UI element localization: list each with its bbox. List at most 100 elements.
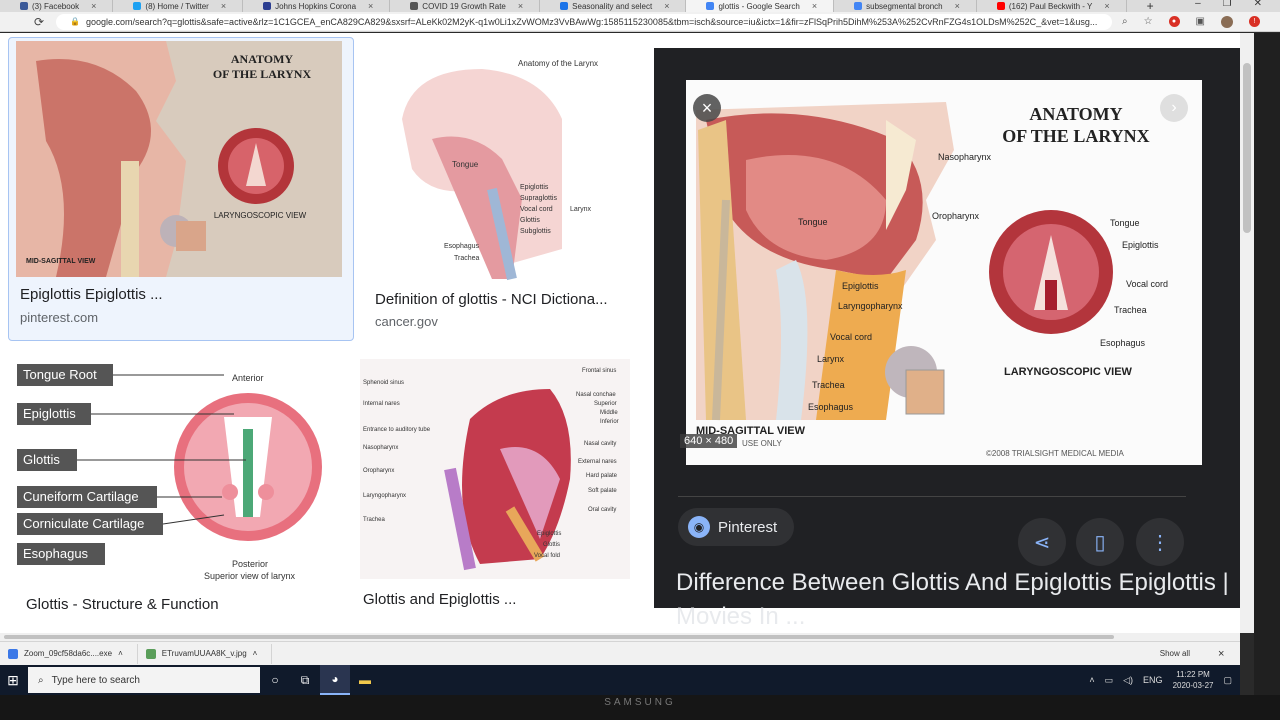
extension-icon[interactable]: ● (1168, 16, 1180, 27)
result-thumbnail[interactable]: Tongue Root Epiglottis Glottis Cuneiform… (14, 357, 334, 591)
youtube-icon (996, 2, 1005, 10)
chevron-up-icon[interactable]: ˄ (253, 649, 258, 658)
tab-subsegmental[interactable]: subsegmental bronch × (834, 0, 977, 12)
diagram-label: Supraglottis (520, 195, 557, 202)
zoom-icon[interactable]: ⌕ (1122, 16, 1128, 27)
diagram-label: Laryngopharynx (838, 301, 903, 311)
result-thumbnail[interactable]: Anatomy of the Larynx Tongue Epiglottis … (372, 49, 632, 283)
chrome-icon[interactable]: ◕ (320, 665, 350, 695)
chevron-up-icon[interactable]: ˄ (118, 649, 123, 658)
star-icon[interactable]: ☆ (1144, 16, 1153, 27)
diagram-label: Nasopharynx (363, 445, 398, 451)
source-chip[interactable]: ◉ Pinterest (678, 508, 794, 546)
clock[interactable]: 11:22 PM 2020-03-27 (1173, 669, 1214, 691)
diagram-label: Glottis (23, 452, 60, 467)
close-tab-icon[interactable]: × (1104, 1, 1109, 11)
close-tab-icon[interactable]: × (812, 1, 817, 11)
toolbar-icons: ⌕ ☆ ● ▣ ! (1122, 15, 1280, 28)
scroll-thumb[interactable] (1243, 63, 1251, 233)
preview-image[interactable]: ANATOMY OF THE LARYNX Nasopharynx Oropha… (686, 80, 1202, 465)
clock-time: 11:22 PM (1176, 670, 1210, 679)
result-thumbnail[interactable]: ANATOMY OF THE LARYNX LARYNGOSCOPIC VIEW… (16, 41, 342, 277)
tab-covid-growth[interactable]: COVID 19 Growth Rate × (390, 0, 541, 12)
task-view-icon[interactable]: ⧉ (290, 665, 320, 695)
horizontal-scrollbar[interactable] (0, 633, 1240, 641)
result-title[interactable]: Glottis - Structure & Function (26, 596, 219, 613)
tab-glottis-search[interactable]: glottis - Google Search × (686, 0, 835, 12)
google-icon (854, 2, 863, 10)
language-indicator[interactable]: ENG (1143, 675, 1163, 685)
thumb-heading-1: ANATOMY (231, 52, 294, 66)
vertical-scrollbar[interactable] (1240, 33, 1254, 633)
cortana-icon[interactable]: ○ (260, 665, 290, 695)
result-thumbnail[interactable]: Sphenoid sinus Internal nares Entrance t… (360, 359, 630, 579)
result-title[interactable]: Definition of glottis - NCI Dictiona... (375, 291, 608, 308)
update-icon[interactable]: ! (1249, 16, 1260, 27)
taskbar-search[interactable]: ⌕ Type here to search (28, 667, 260, 693)
chevron-up-icon[interactable]: ˄ (1089, 675, 1094, 685)
tab-label: glottis - Google Search (718, 1, 800, 11)
profile-avatar[interactable] (1221, 15, 1233, 28)
reload-icon[interactable]: ⟳ (34, 15, 56, 29)
tab-twitter[interactable]: (8) Home / Twitter × (113, 0, 244, 12)
tab-seasonality[interactable]: Seasonality and select × (540, 0, 687, 12)
address-bar-row: ⟳ 🔒 google.com/search?q=glottis&safe=act… (0, 12, 1280, 32)
image-file-icon (145, 648, 156, 659)
share-button[interactable]: ⋖ (1018, 518, 1066, 566)
tab-facebook[interactable]: (3) Facebook × (0, 0, 114, 12)
monitor-bezel-right (1254, 33, 1280, 720)
windows-start-icon[interactable]: ⊞ (0, 665, 26, 695)
more-options-button[interactable]: ⋮ (1136, 518, 1184, 566)
result-source[interactable]: pinterest.com (20, 310, 98, 325)
close-tab-icon[interactable]: × (518, 1, 523, 11)
volume-icon[interactable]: ◁) (1123, 675, 1133, 686)
diagram-label: Trachea (1114, 305, 1147, 315)
close-window-icon[interactable]: ✕ (1254, 0, 1262, 9)
new-tab-button[interactable]: + (1127, 0, 1170, 12)
diagram-label: Glottis (520, 217, 540, 224)
download-item[interactable]: Zoom_09cf58da6c....exe ˄ (0, 643, 138, 664)
system-tray: ˄ ▭ ◁) ENG 11:22 PM 2020-03-27 ▢ (1089, 669, 1240, 691)
download-item[interactable]: ETruvamUUAA8K_v.jpg ˄ (138, 643, 273, 664)
scroll-thumb[interactable] (4, 635, 1114, 639)
diagram-label: Nasopharynx (938, 152, 992, 162)
notifications-icon[interactable]: ▢ (1223, 675, 1232, 686)
result-title[interactable]: Glottis and Epiglottis ... (363, 591, 516, 608)
diagram-label: Anterior (232, 373, 264, 383)
diagram-label: Esophagus (444, 243, 480, 250)
tab-label: COVID 19 Growth Rate (422, 1, 506, 11)
show-all-button[interactable]: Show all (1160, 649, 1240, 658)
file-explorer-icon[interactable]: ▬ (350, 665, 380, 695)
result-title[interactable]: Epiglottis Epiglottis ... (20, 286, 163, 303)
diagram-label: Epiglottis (1122, 240, 1159, 250)
puzzle-icon[interactable]: ▣ (1196, 16, 1205, 27)
minimize-icon[interactable]: – (1195, 0, 1201, 9)
close-download-bar-icon[interactable]: × (1218, 648, 1224, 660)
close-tab-icon[interactable]: × (664, 1, 669, 11)
diagram-label: Cuneiform Cartilage (23, 489, 139, 504)
lock-icon[interactable]: 🔒 (70, 17, 80, 26)
diagram-label: External nares (578, 459, 617, 465)
preview-title[interactable]: Difference Between Glottis And Epiglotti… (676, 566, 1236, 634)
larynx-anatomy-image: ANATOMY OF THE LARYNX Nasopharynx Oropha… (686, 80, 1202, 465)
next-image-button[interactable]: › (1160, 94, 1188, 122)
diagram-view-label: LARYNGOSCOPIC VIEW (1004, 366, 1133, 378)
close-tab-icon[interactable]: × (368, 1, 373, 11)
save-button[interactable]: ▯ (1076, 518, 1124, 566)
network-icon[interactable]: ▭ (1105, 675, 1114, 686)
maximize-icon[interactable]: ❐ (1223, 0, 1232, 9)
address-bar[interactable]: 🔒 google.com/search?q=glottis&safe=activ… (56, 13, 1112, 30)
close-tab-icon[interactable]: × (955, 1, 960, 11)
diagram-copyright: ©2008 TRIALSIGHT MEDICAL MEDIA (986, 449, 1124, 458)
diagram-label: Corniculate Cartilage (23, 516, 144, 531)
tab-youtube[interactable]: (162) Paul Beckwith - Y × (977, 0, 1127, 12)
close-tab-icon[interactable]: × (91, 1, 96, 11)
tab-johns-hopkins[interactable]: Johns Hopkins Corona × (243, 0, 391, 12)
close-preview-button[interactable]: × (693, 94, 721, 122)
result-source[interactable]: cancer.gov (375, 314, 438, 329)
diagram-label: Soft palate (588, 488, 617, 494)
thumb-view-label-1: MID-SAGITTAL VIEW (26, 258, 96, 265)
close-tab-icon[interactable]: × (221, 1, 226, 11)
monitor-brand: SAMSUNG (604, 697, 676, 708)
diagram-label: Frontal sinus (582, 368, 616, 374)
